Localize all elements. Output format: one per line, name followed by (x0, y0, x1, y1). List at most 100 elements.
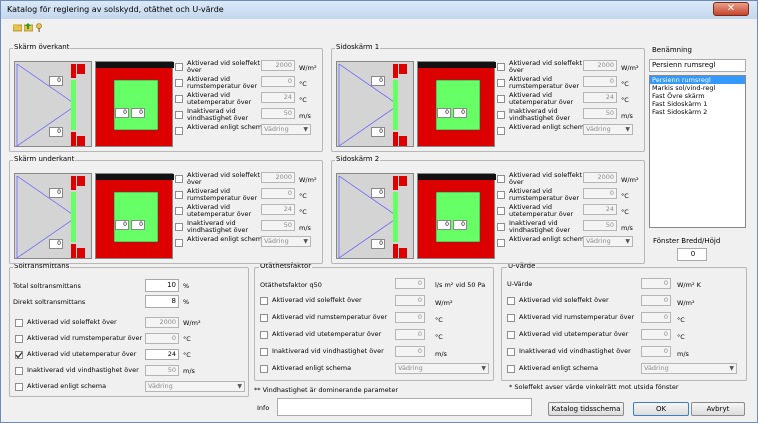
preview-window-input[interactable]: 0 (437, 108, 451, 118)
katalog-tidsschema-button[interactable]: Katalog tidsschema (548, 402, 624, 416)
checkbox[interactable] (175, 95, 183, 103)
checkbox[interactable] (497, 111, 505, 119)
checkbox[interactable] (497, 79, 505, 87)
preview-offset-input[interactable]: 0 (371, 188, 385, 198)
setting-input[interactable]: 2000 (261, 60, 295, 71)
preview-offset-input[interactable]: 0 (49, 239, 63, 249)
benamning-list[interactable]: Persienn rumsregl Markis sol/vind-regl Fas… (649, 75, 746, 228)
checkbox[interactable] (15, 335, 23, 343)
setting-input[interactable]: 50 (583, 220, 617, 231)
ok-button[interactable]: OK (633, 402, 689, 416)
setting-input[interactable]: 0 (145, 333, 179, 344)
checkbox[interactable] (497, 175, 505, 183)
avbryt-button[interactable]: Avbryt (691, 402, 745, 416)
schema-select[interactable]: Vädring ▼ (261, 124, 311, 135)
preview-offset-input[interactable]: 0 (371, 76, 385, 86)
fonster-input[interactable]: 0 (677, 248, 707, 261)
list-item[interactable]: Fast Sidoskärm 1 (650, 100, 745, 108)
checkbox[interactable] (497, 223, 505, 231)
info-input[interactable] (277, 398, 532, 416)
preview-offset-input[interactable]: 0 (49, 76, 63, 86)
setting-input[interactable]: 50 (145, 365, 179, 376)
setting-input[interactable]: 24 (261, 92, 295, 103)
folder-open-icon[interactable] (12, 23, 23, 32)
checkbox[interactable] (260, 331, 268, 339)
setting-input[interactable]: 2000 (145, 317, 179, 328)
checkbox[interactable] (15, 351, 23, 359)
preview-window-input[interactable]: 0 (115, 108, 129, 118)
setting-input[interactable]: 0 (641, 346, 671, 357)
checkbox[interactable] (175, 111, 183, 119)
checkbox[interactable] (497, 63, 505, 71)
checkbox[interactable] (175, 223, 183, 231)
checkbox[interactable] (507, 331, 515, 339)
checkbox[interactable] (497, 95, 505, 103)
close-button[interactable]: ✕ (713, 2, 749, 16)
save-icon[interactable] (23, 23, 34, 32)
setting-input[interactable]: 0 (395, 346, 425, 357)
preview-window-input[interactable]: 0 (131, 220, 145, 230)
setting-input[interactable]: 0 (641, 295, 671, 306)
q50-input[interactable]: 0 (395, 278, 425, 289)
preview-offset-input[interactable]: 0 (371, 239, 385, 249)
uvarde-input[interactable]: 0 (641, 278, 671, 289)
checkbox[interactable] (507, 297, 515, 305)
setting-input[interactable]: 0 (261, 188, 295, 199)
schema-select[interactable]: Vädring ▼ (395, 363, 489, 374)
schema-select[interactable]: Vädring ▼ (583, 124, 633, 135)
checkbox[interactable] (175, 127, 183, 135)
schema-select[interactable]: Vädring ▼ (641, 363, 737, 374)
checkbox[interactable] (507, 314, 515, 322)
checkbox[interactable] (260, 297, 268, 305)
setting-input[interactable]: 24 (583, 92, 617, 103)
checkbox[interactable] (507, 348, 515, 356)
checkbox[interactable] (497, 191, 505, 199)
setting-input[interactable]: 24 (145, 349, 179, 360)
checkbox[interactable] (175, 207, 183, 215)
setting-input[interactable]: 50 (583, 108, 617, 119)
schema-select[interactable]: Vädring ▼ (145, 381, 245, 392)
checkbox[interactable] (507, 365, 515, 373)
setting-input[interactable]: 24 (261, 204, 295, 215)
setting-input[interactable]: 0 (641, 312, 671, 323)
checkbox[interactable] (15, 367, 23, 375)
preview-window-input[interactable]: 0 (437, 220, 451, 230)
list-item[interactable]: Fast Sidoskärm 2 (650, 108, 745, 116)
setting-input[interactable]: 2000 (261, 172, 295, 183)
list-item[interactable]: Persienn rumsregl (650, 76, 745, 84)
checkbox[interactable] (497, 127, 505, 135)
setting-input[interactable]: 2000 (583, 60, 617, 71)
setting-input[interactable]: 0 (583, 188, 617, 199)
preview-window-input[interactable]: 0 (453, 220, 467, 230)
preview-offset-input[interactable]: 0 (49, 188, 63, 198)
checkbox[interactable] (175, 79, 183, 87)
setting-input[interactable]: 0 (395, 312, 425, 323)
checkbox[interactable] (260, 365, 268, 373)
benamning-input[interactable]: Persienn rumsregl (649, 59, 746, 72)
preview-window-input[interactable]: 0 (453, 108, 467, 118)
direkt-input[interactable]: 8 (145, 295, 179, 308)
schema-select[interactable]: Vädring ▼ (261, 236, 311, 247)
checkbox[interactable] (497, 239, 505, 247)
preview-window-input[interactable]: 0 (131, 108, 145, 118)
checkbox[interactable] (260, 348, 268, 356)
checkbox[interactable] (15, 319, 23, 327)
preview-window-input[interactable]: 0 (115, 220, 129, 230)
setting-input[interactable]: 50 (261, 108, 295, 119)
list-item[interactable]: Markis sol/vind-regl (650, 84, 745, 92)
preview-offset-input[interactable]: 0 (371, 127, 385, 137)
setting-input[interactable]: 50 (261, 220, 295, 231)
checkbox[interactable] (15, 383, 23, 391)
setting-input[interactable]: 24 (583, 204, 617, 215)
schema-select[interactable]: Vädring ▼ (583, 236, 633, 247)
setting-input[interactable]: 0 (395, 295, 425, 306)
checkbox[interactable] (260, 314, 268, 322)
setting-input[interactable]: 0 (641, 329, 671, 340)
checkbox[interactable] (175, 191, 183, 199)
key-icon[interactable] (35, 23, 44, 32)
setting-input[interactable]: 0 (261, 76, 295, 87)
preview-offset-input[interactable]: 0 (49, 127, 63, 137)
checkbox[interactable] (175, 239, 183, 247)
checkbox[interactable] (497, 207, 505, 215)
setting-input[interactable]: 2000 (583, 172, 617, 183)
